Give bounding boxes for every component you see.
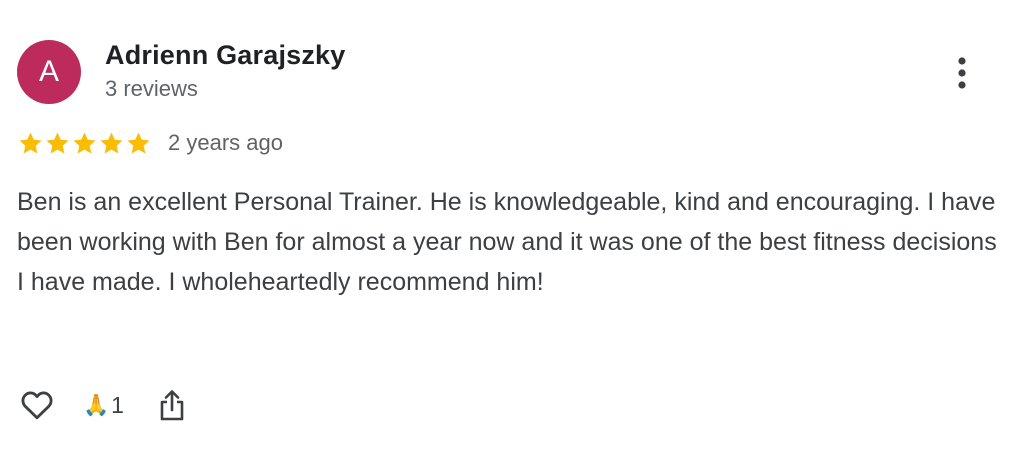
star-icon bbox=[73, 131, 96, 154]
share-button[interactable] bbox=[154, 385, 190, 425]
star-icon bbox=[46, 131, 69, 154]
reaction-pray[interactable]: 🙏 1 bbox=[83, 392, 124, 419]
review-text: Ben is an excellent Personal Trainer. He… bbox=[17, 188, 997, 296]
pray-emoji-icon: 🙏 bbox=[83, 393, 110, 417]
more-options-button[interactable] bbox=[944, 52, 980, 94]
reaction-count: 1 bbox=[111, 391, 124, 418]
reviewer-reviews-count: 3 reviews bbox=[105, 76, 198, 101]
review-date: 2 years ago bbox=[168, 130, 283, 155]
like-button[interactable] bbox=[17, 385, 57, 425]
heart-outline-icon bbox=[21, 391, 53, 420]
more-vertical-icon bbox=[958, 57, 966, 89]
reviewer-name[interactable]: Adrienn Garajszky bbox=[105, 40, 346, 71]
review-card: A Adrienn Garajszky 3 reviews 2 years ag… bbox=[0, 0, 1034, 458]
avatar[interactable]: A bbox=[17, 40, 81, 104]
review-actions: 🙏 1 bbox=[17, 384, 190, 426]
star-icon bbox=[127, 131, 150, 154]
star-rating bbox=[17, 130, 152, 157]
star-icon bbox=[100, 131, 123, 154]
rating-row: 2 years ago bbox=[17, 128, 283, 158]
share-icon bbox=[160, 390, 184, 421]
star-icon bbox=[19, 131, 42, 154]
